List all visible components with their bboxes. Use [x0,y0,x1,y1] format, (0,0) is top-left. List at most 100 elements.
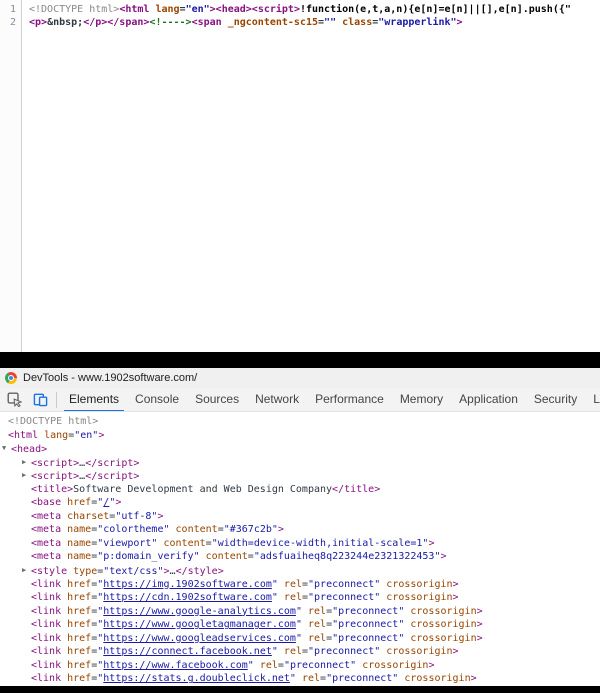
code-segment: lang [44,429,69,441]
attr-link[interactable]: https://stats.g.doubleclick.net [103,673,290,684]
tree-row[interactable]: <link href="https://www.googleadservices… [0,632,600,646]
line-number: 1 [9,4,16,15]
expand-arrow-icon[interactable]: ▶ [22,469,31,483]
tree-row[interactable]: ▶ <script>…</script> [0,456,600,470]
tab-application[interactable]: Application [454,388,523,411]
tab-elements[interactable]: Elements [64,388,125,411]
tab-security[interactable]: Security [529,388,582,411]
code-segment: </style> [175,565,224,577]
code-segment: href [67,578,92,590]
code-segment: name [67,537,92,549]
code-segment: <link [31,619,68,631]
code-segment: ><head><script> [209,4,300,15]
code-segment: <meta [31,510,68,522]
window-title: DevTools - www.1902software.com/ [23,372,198,384]
tree-row[interactable]: ▶ <style type="text/css">…</style> [0,564,600,578]
code-segment: content [175,524,218,536]
code-segment: </p></span> [83,17,150,28]
code-segment: <link [31,592,68,604]
code-segment: "colortheme" [97,524,170,536]
attr-link[interactable]: https://cdn.1902software.com [103,592,272,603]
code-segment: href [67,619,92,631]
tab-network[interactable]: Network [250,388,304,411]
tree-row[interactable]: <link href="https://www.googletagmanager… [0,618,600,632]
code-segment: <base [31,497,68,509]
tree-row[interactable]: <link href="https://www.facebook.com" re… [0,659,600,673]
devtools-titlebar: DevTools - www.1902software.com/ [0,368,600,388]
code-segment: &nbsp; [47,17,84,28]
tree-row[interactable]: <!DOCTYPE html> [0,415,600,429]
code-segment: href [67,646,92,658]
code-segment: content [205,551,248,563]
tree-row[interactable]: <html lang="en"> [0,429,600,443]
tree-row[interactable]: <link href="https://www.google-analytics… [0,605,600,619]
code-segment: "en" [185,4,210,15]
chrome-logo-icon [5,372,17,384]
tree-row[interactable]: <link href="https://img.1902software.com… [0,578,600,592]
tree-row[interactable]: <base href="/"> [0,496,600,510]
attr-link[interactable]: https://www.googletagmanager.com [103,619,296,630]
tree-row[interactable]: <link href="https://cdn.1902software.com… [0,591,600,605]
attr-link[interactable]: https://img.1902software.com [103,579,272,590]
code-segment: "adsfuaiheq8q223244e2321322453" [253,551,441,563]
source-line: <p>&nbsp;</p></span><!----><span _ngcont… [29,16,600,29]
code-segment: "preconnect" [326,673,399,685]
code-segment: <title> [31,483,74,495]
tree-row[interactable]: <link href="https://connect.facebook.net… [0,645,600,659]
tab-console[interactable]: Console [130,388,184,411]
tab-performance[interactable]: Performance [310,388,389,411]
devtools-tabbar: Elements Console Sources Network Performance… [0,388,600,412]
tab-lighthouse[interactable]: Lighthouse [588,388,600,411]
code-segment: "p:domain_verify" [97,551,200,563]
attr-link[interactable]: https://connect.facebook.net [103,646,272,657]
code-segment: crossorigin [410,632,477,644]
attr-link[interactable]: https://www.google-analytics.com [103,606,296,617]
code-segment: Software Development and Web Design Comp… [73,483,333,495]
code-segment: <script> [31,470,80,482]
tab-sources[interactable]: Sources [190,388,244,411]
code-segment: <head> [11,443,48,455]
bottom-bar [0,686,600,693]
code-segment: <link [31,673,68,685]
code-segment: <link [31,659,68,671]
attr-link[interactable]: https://www.googleadservices.com [103,633,296,644]
code-segment: name [67,524,92,536]
expand-arrow-icon[interactable]: ▶ [22,564,31,578]
tree-row[interactable]: <link href="https://stats.g.doubleclick.… [0,672,600,686]
code-segment: <!----> [149,17,192,28]
code-segment: rel [301,673,321,685]
attr-link[interactable]: https://www.facebook.com [103,660,248,671]
code-segment: crossorigin [404,673,471,685]
code-segment: > [440,551,447,563]
code-segment: <span [191,17,228,28]
code-segment: href [67,632,92,644]
tree-row[interactable]: ▼ <head> [0,442,600,456]
code-segment: "#367c2b" [223,524,278,536]
inspect-element-icon[interactable] [2,388,26,411]
tab-memory[interactable]: Memory [395,388,448,411]
tree-row[interactable]: <meta name="viewport" content="width=dev… [0,537,600,551]
code-segment: "preconnect" [332,632,405,644]
tree-row[interactable]: <meta charset="utf-8"> [0,510,600,524]
code-segment: <meta [31,537,68,549]
code-segment: rel [308,605,327,617]
tree-row[interactable]: ▶ <script>…</script> [0,469,600,483]
code-segment: > [428,537,435,549]
code-segment: > [277,524,284,536]
code-segment: <html [8,429,45,441]
expand-arrow-icon[interactable]: ▶ [22,456,31,470]
code-segment: </script> [85,470,140,482]
code-segment: "utf-8" [115,510,158,522]
tree-row[interactable]: <meta name="colortheme" content="#367c2b… [0,523,600,537]
device-toolbar-icon[interactable] [28,388,52,411]
code-segment: > [428,659,435,671]
tree-row[interactable]: <meta name="p:domain_verify" content="ad… [0,550,600,564]
code-segment: crossorigin [410,605,477,617]
code-segment: "" [324,17,337,28]
code-segment: "viewport" [97,537,158,549]
collapse-arrow-icon[interactable]: ▼ [2,442,11,456]
tree-row[interactable]: <title>Software Development and Web Desi… [0,483,600,497]
source-gutter: 12 [0,0,22,352]
code-segment: > [452,578,459,590]
code-segment: <link [31,578,68,590]
